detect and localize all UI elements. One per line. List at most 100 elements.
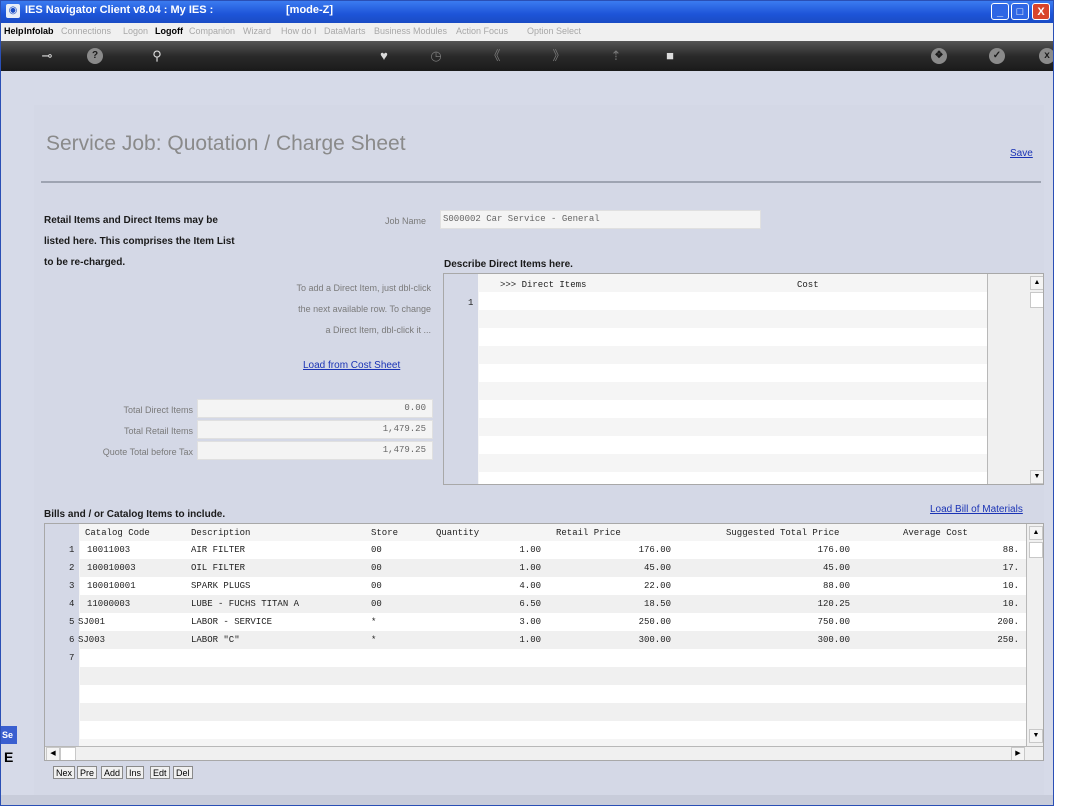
load-from-cost-sheet-link[interactable]: Load from Cost Sheet xyxy=(303,360,400,371)
stop-icon[interactable]: ■ xyxy=(660,46,680,66)
clock-icon[interactable]: ◷ xyxy=(426,46,446,66)
cell-retail-price: 45.00 xyxy=(643,563,671,573)
menu-action-focus[interactable]: Action Focus xyxy=(456,26,508,36)
key-icon[interactable]: ⊸ xyxy=(37,46,57,66)
direct-items-heading: Describe Direct Items here. xyxy=(444,259,573,270)
cell-catalog-code: 11000003 xyxy=(87,599,131,609)
total-retail-items-label: Total Retail Items xyxy=(123,426,193,436)
cell-quantity: 3.00 xyxy=(519,617,541,627)
settings-icon[interactable]: ❖ xyxy=(931,48,947,64)
close-button[interactable]: X xyxy=(1032,3,1050,20)
search-icon[interactable]: ⚲ xyxy=(147,46,167,66)
heart-icon[interactable]: ♥ xyxy=(374,46,394,66)
job-name-field[interactable]: S000002 Car Service - General xyxy=(440,210,761,229)
cell-description: LABOR "C" xyxy=(191,635,240,645)
scroll-thumb[interactable] xyxy=(60,747,76,760)
delete-button[interactable]: Del xyxy=(173,766,193,779)
cell-description: AIR FILTER xyxy=(191,545,246,555)
minimize-button[interactable]: _ xyxy=(991,3,1009,20)
scroll-down-icon[interactable]: ▼ xyxy=(1029,729,1043,743)
row-number: 3 xyxy=(69,581,75,591)
back-icon[interactable]: 《 xyxy=(484,46,504,66)
menu-companion[interactable]: Companion xyxy=(189,26,235,36)
scroll-thumb[interactable] xyxy=(1030,292,1043,308)
cell-suggested-total-price: 300.00 xyxy=(817,635,850,645)
cell-average-cost: 250. xyxy=(997,635,1019,645)
menu-wizard[interactable]: Wizard xyxy=(243,26,271,36)
up-icon[interactable]: ⇡ xyxy=(606,46,626,66)
col-header-description: Description xyxy=(191,528,251,538)
total-retail-items-value: 1,479.25 xyxy=(197,420,433,439)
help-icon[interactable]: ? xyxy=(87,48,103,64)
direct-item-row[interactable] xyxy=(479,436,987,454)
window-title: IES Navigator Client v8.04 : My IES : xyxy=(25,4,214,16)
check-icon[interactable]: ✓ xyxy=(989,48,1005,64)
menu-logon[interactable]: Logon xyxy=(123,26,148,36)
app-window: ◉ IES Navigator Client v8.04 : My IES : … xyxy=(0,0,1054,806)
direct-item-row[interactable] xyxy=(479,400,987,418)
add-button[interactable]: Add xyxy=(101,766,124,779)
direct-item-row[interactable] xyxy=(479,292,987,310)
close-icon[interactable]: x xyxy=(1039,48,1053,64)
scroll-up-icon[interactable]: ▲ xyxy=(1030,276,1043,290)
intro-line-2: listed here. This comprises the Item Lis… xyxy=(44,236,235,247)
table-row[interactable] xyxy=(80,685,1026,703)
insert-button[interactable]: Ins xyxy=(126,766,145,779)
cell-average-cost: 88. xyxy=(1002,545,1019,555)
direct-item-row[interactable] xyxy=(479,364,987,382)
next-button[interactable]: Nex xyxy=(53,766,76,779)
vertical-scrollbar[interactable]: ▲ ▼ xyxy=(1026,524,1043,746)
scroll-down-icon[interactable]: ▼ xyxy=(1030,470,1043,484)
side-tab[interactable]: Se xyxy=(1,726,17,744)
status-bar xyxy=(1,795,1053,805)
cell-retail-price: 22.00 xyxy=(643,581,671,591)
cell-description: SPARK PLUGS xyxy=(191,581,251,591)
menu-infolab[interactable]: Infolab xyxy=(24,26,54,36)
col-header-average-cost: Average Cost xyxy=(903,528,968,538)
col-header-catalog-code: Catalog Code xyxy=(85,528,150,538)
cell-description: LABOR - SERVICE xyxy=(191,617,273,627)
menu-how-do-i[interactable]: How do I xyxy=(281,26,317,36)
row-number: 4 xyxy=(69,599,75,609)
col-header-store: Store xyxy=(371,528,399,538)
table-row[interactable] xyxy=(80,703,1026,721)
cell-suggested-total-price: 120.25 xyxy=(817,599,850,609)
menu-logoff[interactable]: Logoff xyxy=(155,26,183,36)
maximize-button[interactable]: □ xyxy=(1011,3,1029,20)
vertical-scrollbar[interactable]: ▲ ▼ xyxy=(987,274,1043,484)
cell-suggested-total-price: 176.00 xyxy=(817,545,850,555)
menu-help[interactable]: Help xyxy=(4,26,24,36)
direct-items-col-header: >>> Direct Items xyxy=(500,280,587,290)
table-row[interactable] xyxy=(80,721,1026,739)
horizontal-scrollbar[interactable]: ◀ ▶ xyxy=(45,746,1043,760)
scroll-up-icon[interactable]: ▲ xyxy=(1029,526,1043,540)
scroll-left-icon[interactable]: ◀ xyxy=(46,747,60,760)
row-number: 5 xyxy=(69,617,75,627)
cell-store: 00 xyxy=(371,545,382,555)
intro-line-1: Retail Items and Direct Items may be xyxy=(44,215,218,226)
edit-button[interactable]: Edt xyxy=(150,766,170,779)
scroll-thumb[interactable] xyxy=(1029,542,1043,558)
cell-catalog-code: 10011003 xyxy=(87,545,131,555)
direct-item-row[interactable] xyxy=(479,328,987,346)
previous-button[interactable]: Pre xyxy=(77,766,98,779)
forward-icon[interactable]: 》 xyxy=(549,46,569,66)
menu-option-select[interactable]: Option Select xyxy=(527,26,581,36)
hint-line-2: the next available row. To change xyxy=(298,304,431,314)
menu-datamarts[interactable]: DataMarts xyxy=(324,26,366,36)
table-row[interactable] xyxy=(80,667,1026,685)
cell-average-cost: 10. xyxy=(1002,599,1019,609)
scroll-right-icon[interactable]: ▶ xyxy=(1011,747,1025,760)
load-bill-of-materials-link[interactable]: Load Bill of Materials xyxy=(930,504,1023,515)
cell-description: LUBE - FUCHS TITAN A xyxy=(191,599,300,609)
table-row[interactable] xyxy=(80,649,1026,667)
save-link[interactable]: Save xyxy=(1010,148,1033,159)
hint-line-1: To add a Direct Item, just dbl-click xyxy=(296,283,431,293)
divider xyxy=(41,181,1041,183)
cell-suggested-total-price: 88.00 xyxy=(822,581,850,591)
cell-retail-price: 18.50 xyxy=(643,599,671,609)
cell-catalog-code: SJ003 xyxy=(78,635,106,645)
menu-connections[interactable]: Connections xyxy=(61,26,111,36)
direct-item-row[interactable] xyxy=(479,472,987,484)
menu-business-modules[interactable]: Business Modules xyxy=(374,26,447,36)
